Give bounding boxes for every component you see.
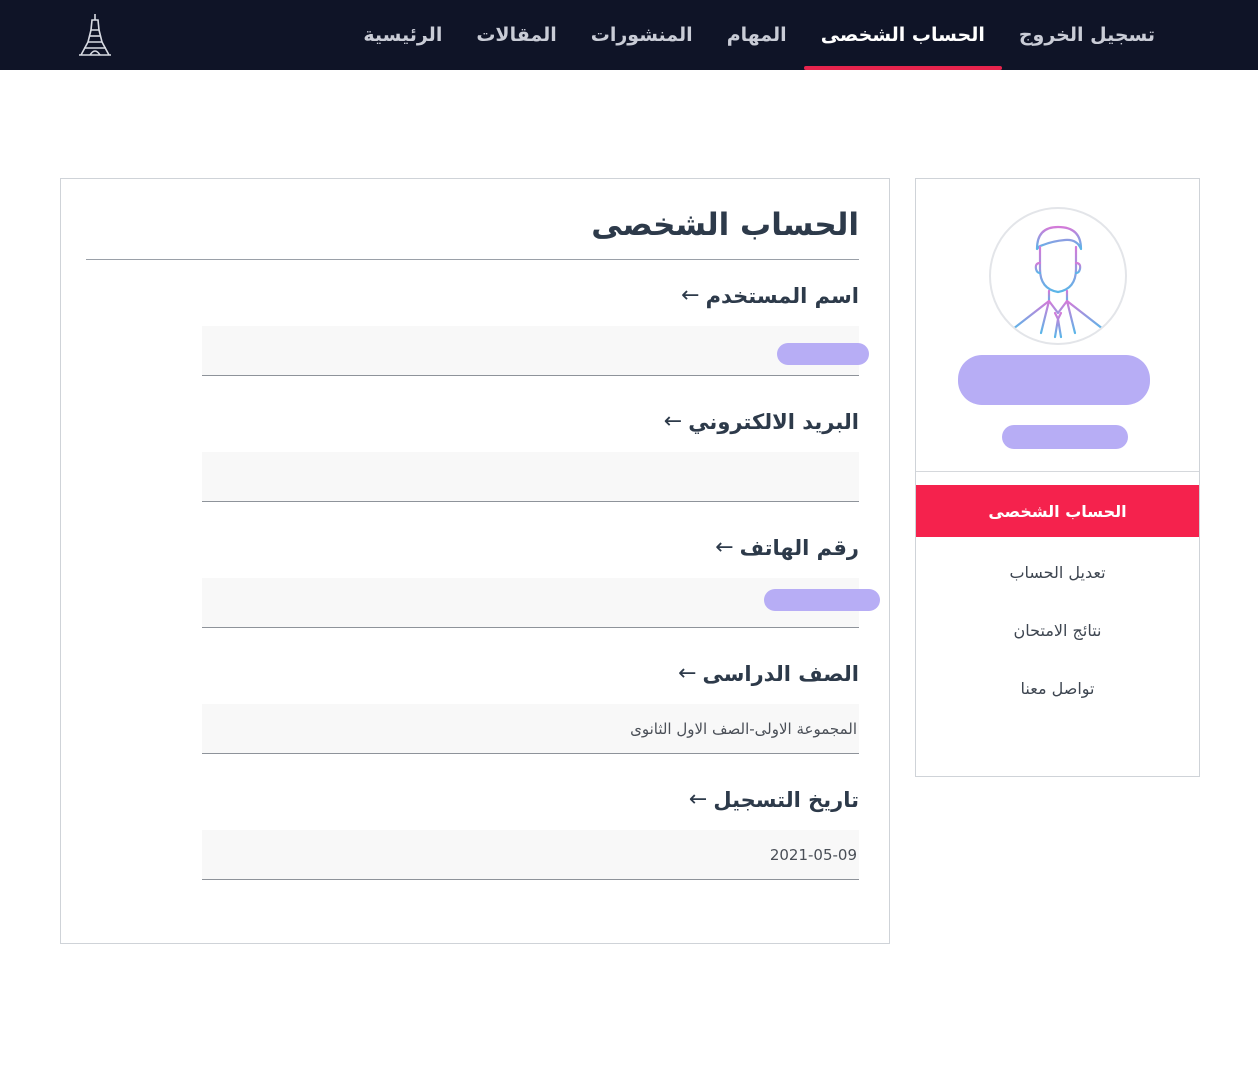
title-divider [86,259,859,260]
nav-home[interactable]: الرئيسية [346,0,459,70]
nav-tasks[interactable]: المهام [710,0,804,70]
sidebar-item-contact-us[interactable]: تواصل معنا [916,659,1199,717]
sidebar-item-profile[interactable]: الحساب الشخصى [916,485,1199,537]
nav-logout[interactable]: تسجيل الخروج [1002,0,1172,70]
profile-details-card: الحساب الشخصى اسم المستخدم ← البريد الال… [60,178,890,944]
field-label-text: البريد الالكتروني [688,409,859,434]
grade-value: المجموعة الاولى-الصف الاول الثانوى [630,719,857,738]
sidebar-item-exam-results[interactable]: نتائج الامتحان [916,601,1199,659]
sidebar-item-edit-account[interactable]: تعديل الحساب [916,543,1199,601]
registration-date-field: 2021-05-09 [202,830,859,880]
top-navbar: الرئيسية المقالات المنشورات المهام الحسا… [0,0,1258,70]
page-title: الحساب الشخصى [591,207,859,243]
arrow-left-icon: ← [678,661,697,686]
phone-field [202,578,859,628]
field-label-phone: رقم الهاتف ← [715,535,859,560]
arrow-left-icon: ← [663,409,683,434]
field-label-username: اسم المستخدم ← [681,283,859,308]
field-label-text: الصف الدراسى [702,661,860,686]
nav-posts[interactable]: المنشورات [574,0,710,70]
profile-sidebar: الحساب الشخصى تعديل الحساب نتائج الامتحا… [915,178,1200,777]
redacted-id [1002,425,1128,449]
field-label-text: رقم الهاتف [739,535,859,560]
field-label-email: البريد الالكتروني ← [664,409,859,434]
nav-articles[interactable]: المقالات [459,0,573,70]
redacted-username [777,343,869,365]
field-label-text: تاريخ التسجيل [713,787,859,812]
arrow-left-icon: ← [688,787,708,812]
registration-date-value: 2021-05-09 [769,845,857,864]
sidebar-divider [916,471,1199,472]
field-label-grade: الصف الدراسى ← [678,661,859,686]
arrow-left-icon: ← [715,535,734,560]
field-label-text: اسم المستخدم [705,283,859,308]
email-field [202,452,859,502]
grade-field: المجموعة الاولى-الصف الاول الثانوى [202,704,859,754]
arrow-left-icon: ← [681,283,700,308]
field-label-registration-date: تاريخ التسجيل ← [689,787,859,812]
nav-profile[interactable]: الحساب الشخصى [803,0,1002,70]
eiffel-tower-icon[interactable] [76,12,114,58]
user-avatar-icon [989,207,1127,345]
redacted-phone [764,589,880,611]
username-field [202,326,859,376]
redacted-name [958,355,1150,405]
sidebar-menu: الحساب الشخصى تعديل الحساب نتائج الامتحا… [916,485,1199,717]
main-nav: الرئيسية المقالات المنشورات المهام الحسا… [346,0,1172,70]
